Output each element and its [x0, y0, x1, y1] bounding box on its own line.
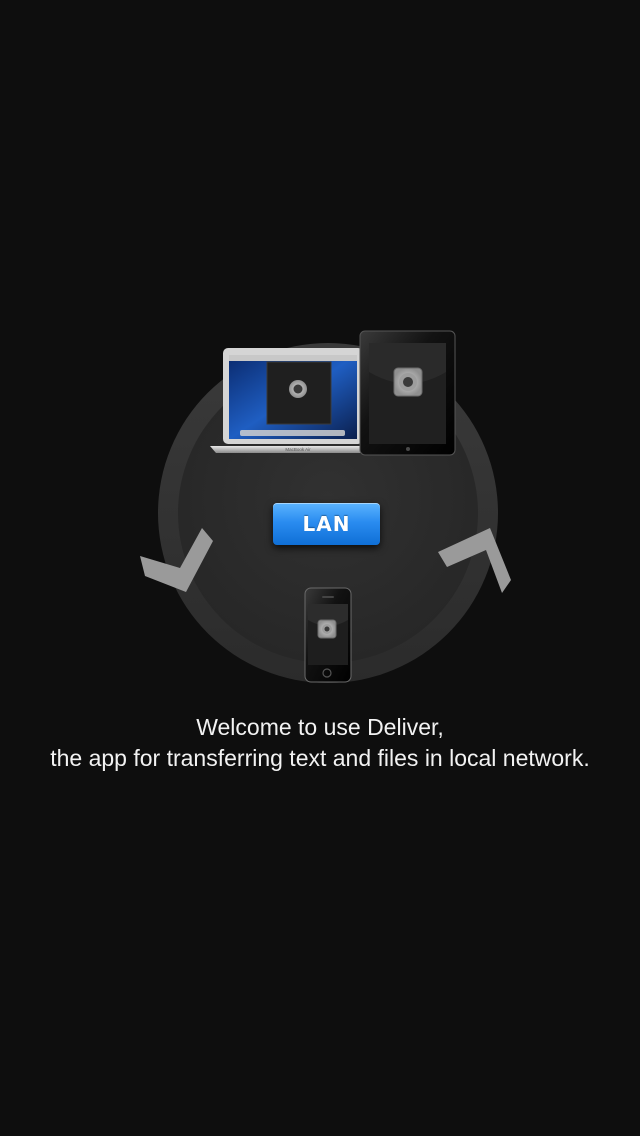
- lan-label: LAN: [273, 503, 380, 545]
- phone-icon: [304, 587, 352, 683]
- laptop-icon: MacBook Air: [210, 348, 376, 453]
- welcome-line-1: Welcome to use Deliver,: [196, 714, 444, 740]
- lan-illustration: MacBook Air: [140, 330, 511, 683]
- laptop-brand-label: MacBook Air: [285, 447, 311, 452]
- welcome-message: Welcome to use Deliver, the app for tran…: [0, 712, 640, 774]
- welcome-line-2: the app for transferring text and files …: [50, 745, 590, 771]
- welcome-screen: MacBook Air LAN Welcome to use Deliver,: [0, 0, 640, 1136]
- tablet-icon: [359, 330, 456, 456]
